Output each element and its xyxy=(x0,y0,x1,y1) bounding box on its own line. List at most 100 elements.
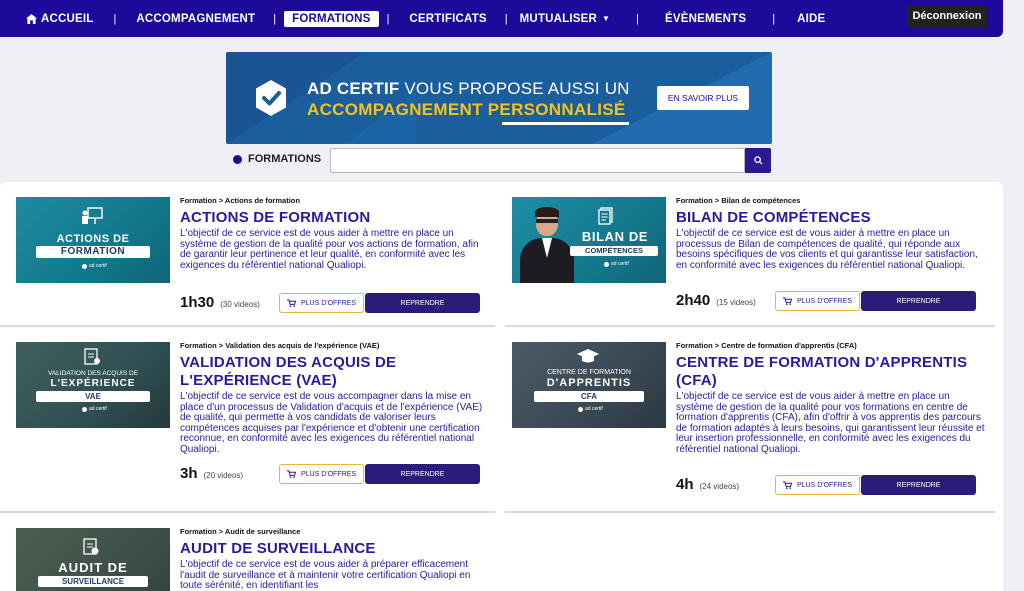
nav-item-accueil[interactable]: ACCUEIL xyxy=(22,13,98,25)
thumbnail-title: L'EXPÉRIENCE xyxy=(50,378,136,389)
thumbnail-logo: ad certif xyxy=(82,406,107,412)
course-thumbnail[interactable]: CENTRE DE FORMATION D'APPRENTIS CFA ad c… xyxy=(512,342,666,428)
cart-icon xyxy=(783,297,792,305)
resume-button[interactable]: REPRENDRE xyxy=(365,464,480,484)
row-divider xyxy=(0,325,495,327)
search-input[interactable] xyxy=(330,148,745,173)
thumbnail-title: ACTIONS DE xyxy=(56,233,130,245)
course-card: BILAN DE COMPÉTENCES ad certif Formation… xyxy=(512,196,994,316)
search-label-text: FORMATIONS xyxy=(248,153,322,165)
course-description: L'objectif de ce service est de vous acc… xyxy=(180,391,483,455)
video-count: (30 videos) xyxy=(220,300,260,309)
course-title[interactable]: ACTIONS DE FORMATION xyxy=(180,209,500,227)
nav-item-mutualiser[interactable]: MUTUALISER ▼ xyxy=(516,13,615,25)
course-duration: 4h (24 videos) xyxy=(676,476,739,493)
search-label: FORMATIONS xyxy=(233,153,321,165)
course-card: CENTRE DE FORMATION D'APPRENTIS CFA ad c… xyxy=(512,341,994,501)
course-title[interactable]: AUDIT DE SURVEILLANCE xyxy=(180,540,500,558)
thumbnail-caption: VALIDATION DES ACQUIS DE xyxy=(47,370,139,377)
course-title[interactable]: VALIDATION DES ACQUIS DE L'EXPÉRIENCE (V… xyxy=(180,354,420,390)
course-thumbnail[interactable]: AUDIT DE SURVEILLANCE xyxy=(16,528,170,591)
banner-headline: AD CERTIF VOUS PROPOSE AUSSI UN xyxy=(307,79,630,99)
course-card: AUDIT DE SURVEILLANCE Formation > Audit … xyxy=(16,527,498,591)
course-thumbnail[interactable]: ACTIONS DE FORMATION ad certif xyxy=(16,197,170,283)
logout-button[interactable]: Déconnexion xyxy=(907,5,987,27)
thumbnail-logo: ad certif xyxy=(604,261,629,267)
course-duration: 3h (20 videos) xyxy=(180,465,243,482)
promo-banner[interactable]: AD CERTIF VOUS PROPOSE AUSSI UN ACCOMPAG… xyxy=(226,52,772,144)
duration-value: 1h30 xyxy=(180,294,215,311)
course-title[interactable]: CENTRE DE FORMATION D'APPRENTIS (CFA) xyxy=(676,354,986,390)
more-offers-label: PLUS D'OFFRES xyxy=(796,297,852,305)
nav-item-aide[interactable]: AIDE xyxy=(793,13,829,25)
chevron-down-icon: ▼ xyxy=(602,14,611,23)
top-nav: ACCUEIL | ACCOMPAGNEMENT | FORMATIONS | … xyxy=(0,0,1003,37)
more-offers-label: PLUS D'OFFRES xyxy=(300,470,356,478)
thumbnail-caption: CENTRE DE FORMATION xyxy=(547,369,631,376)
resume-button[interactable]: REPRENDRE xyxy=(365,293,480,313)
duration-value: 4h xyxy=(676,476,694,493)
document-icon xyxy=(598,207,613,225)
nav-label: MUTUALISER xyxy=(519,12,598,25)
nav-item-formations[interactable]: FORMATIONS xyxy=(284,10,379,27)
nav-label: FORMATIONS xyxy=(292,12,371,25)
thumbnail-subtitle: VAE xyxy=(36,391,150,402)
thumbnail-title: D'APPRENTIS xyxy=(546,377,632,389)
course-breadcrumb: Formation > Validation des acquis de l'e… xyxy=(180,341,380,350)
course-breadcrumb: Formation > Centre de formation d'appren… xyxy=(676,341,857,350)
more-offers-button[interactable]: PLUS D'OFFRES xyxy=(775,291,860,311)
thumbnail-subtitle: CFA xyxy=(534,391,644,402)
scroll-area xyxy=(1003,37,1024,591)
course-card: VALIDATION DES ACQUIS DE L'EXPÉRIENCE VA… xyxy=(16,341,498,501)
resume-button[interactable]: REPRENDRE xyxy=(861,475,976,495)
nav-item-certificats[interactable]: CERTIFICATS xyxy=(405,13,490,25)
course-list: ACTIONS DE FORMATION ad certif Formation… xyxy=(0,182,1003,591)
nav-item-accompagnement[interactable]: ACCOMPAGNEMENT xyxy=(132,13,259,25)
course-thumbnail[interactable]: BILAN DE COMPÉTENCES ad certif xyxy=(512,197,666,283)
video-count: (24 videos) xyxy=(699,482,740,491)
thumbnail-subtitle: COMPÉTENCES xyxy=(570,246,658,256)
nav-separator: | xyxy=(113,12,117,25)
nav-label: AIDE xyxy=(797,12,826,25)
course-duration: 1h30 (30 videos) xyxy=(180,294,260,311)
course-card: ACTIONS DE FORMATION ad certif Formation… xyxy=(16,196,498,316)
video-count: (20 videos) xyxy=(203,471,244,480)
nav-label: CERTIFICATS xyxy=(409,12,487,25)
nav-label: ÉVÈNEMENTS xyxy=(665,12,747,25)
course-breadcrumb: Formation > Actions de formation xyxy=(180,196,300,205)
banner-subheadline: ACCOMPAGNEMENT PERSONNALISÉ xyxy=(307,100,626,119)
course-duration: 2h40 (15 videos) xyxy=(676,292,756,309)
more-offers-label: PLUS D'OFFRES xyxy=(300,299,356,307)
duration-value: 3h xyxy=(180,465,198,482)
person-photo xyxy=(520,205,574,283)
more-offers-button[interactable]: PLUS D'OFFRES xyxy=(775,475,860,495)
nav-item-evenements[interactable]: ÉVÈNEMENTS xyxy=(661,13,750,25)
thumbnail-subtitle: FORMATION xyxy=(36,246,150,258)
nav-separator: | xyxy=(636,12,640,25)
course-description: L'objectif de ce service est de vous aid… xyxy=(180,559,471,591)
duration-value: 2h40 xyxy=(676,292,711,309)
thumbnail-logo: ad certif xyxy=(578,406,603,412)
course-breadcrumb: Formation > Audit de surveillance xyxy=(180,527,301,536)
certificate-icon xyxy=(84,348,100,365)
presentation-icon xyxy=(82,207,103,224)
thumbnail-title: BILAN DE xyxy=(581,229,649,244)
nav-separator: | xyxy=(504,12,508,25)
video-count: (15 videos) xyxy=(716,298,756,307)
shield-check-icon xyxy=(256,80,286,116)
cart-icon xyxy=(287,299,296,307)
course-title[interactable]: BILAN DE COMPÉTENCES xyxy=(676,209,996,227)
graduation-cap-icon xyxy=(577,349,599,363)
nav-items: ACCUEIL | ACCOMPAGNEMENT | FORMATIONS | … xyxy=(22,0,829,37)
more-offers-button[interactable]: PLUS D'OFFRES xyxy=(279,293,364,313)
cart-icon xyxy=(287,470,296,478)
course-thumbnail[interactable]: VALIDATION DES ACQUIS DE L'EXPÉRIENCE VA… xyxy=(16,342,170,428)
search-button[interactable] xyxy=(745,148,771,173)
nav-separator: | xyxy=(273,12,277,25)
learn-more-button[interactable]: EN SAVOIR PLUS xyxy=(657,86,749,110)
thumbnail-subtitle: SURVEILLANCE xyxy=(38,576,148,587)
resume-button[interactable]: REPRENDRE xyxy=(861,291,976,311)
more-offers-button[interactable]: PLUS D'OFFRES xyxy=(279,464,364,484)
search-icon xyxy=(753,156,763,165)
course-breadcrumb: Formation > Bilan de compétences xyxy=(676,196,801,205)
